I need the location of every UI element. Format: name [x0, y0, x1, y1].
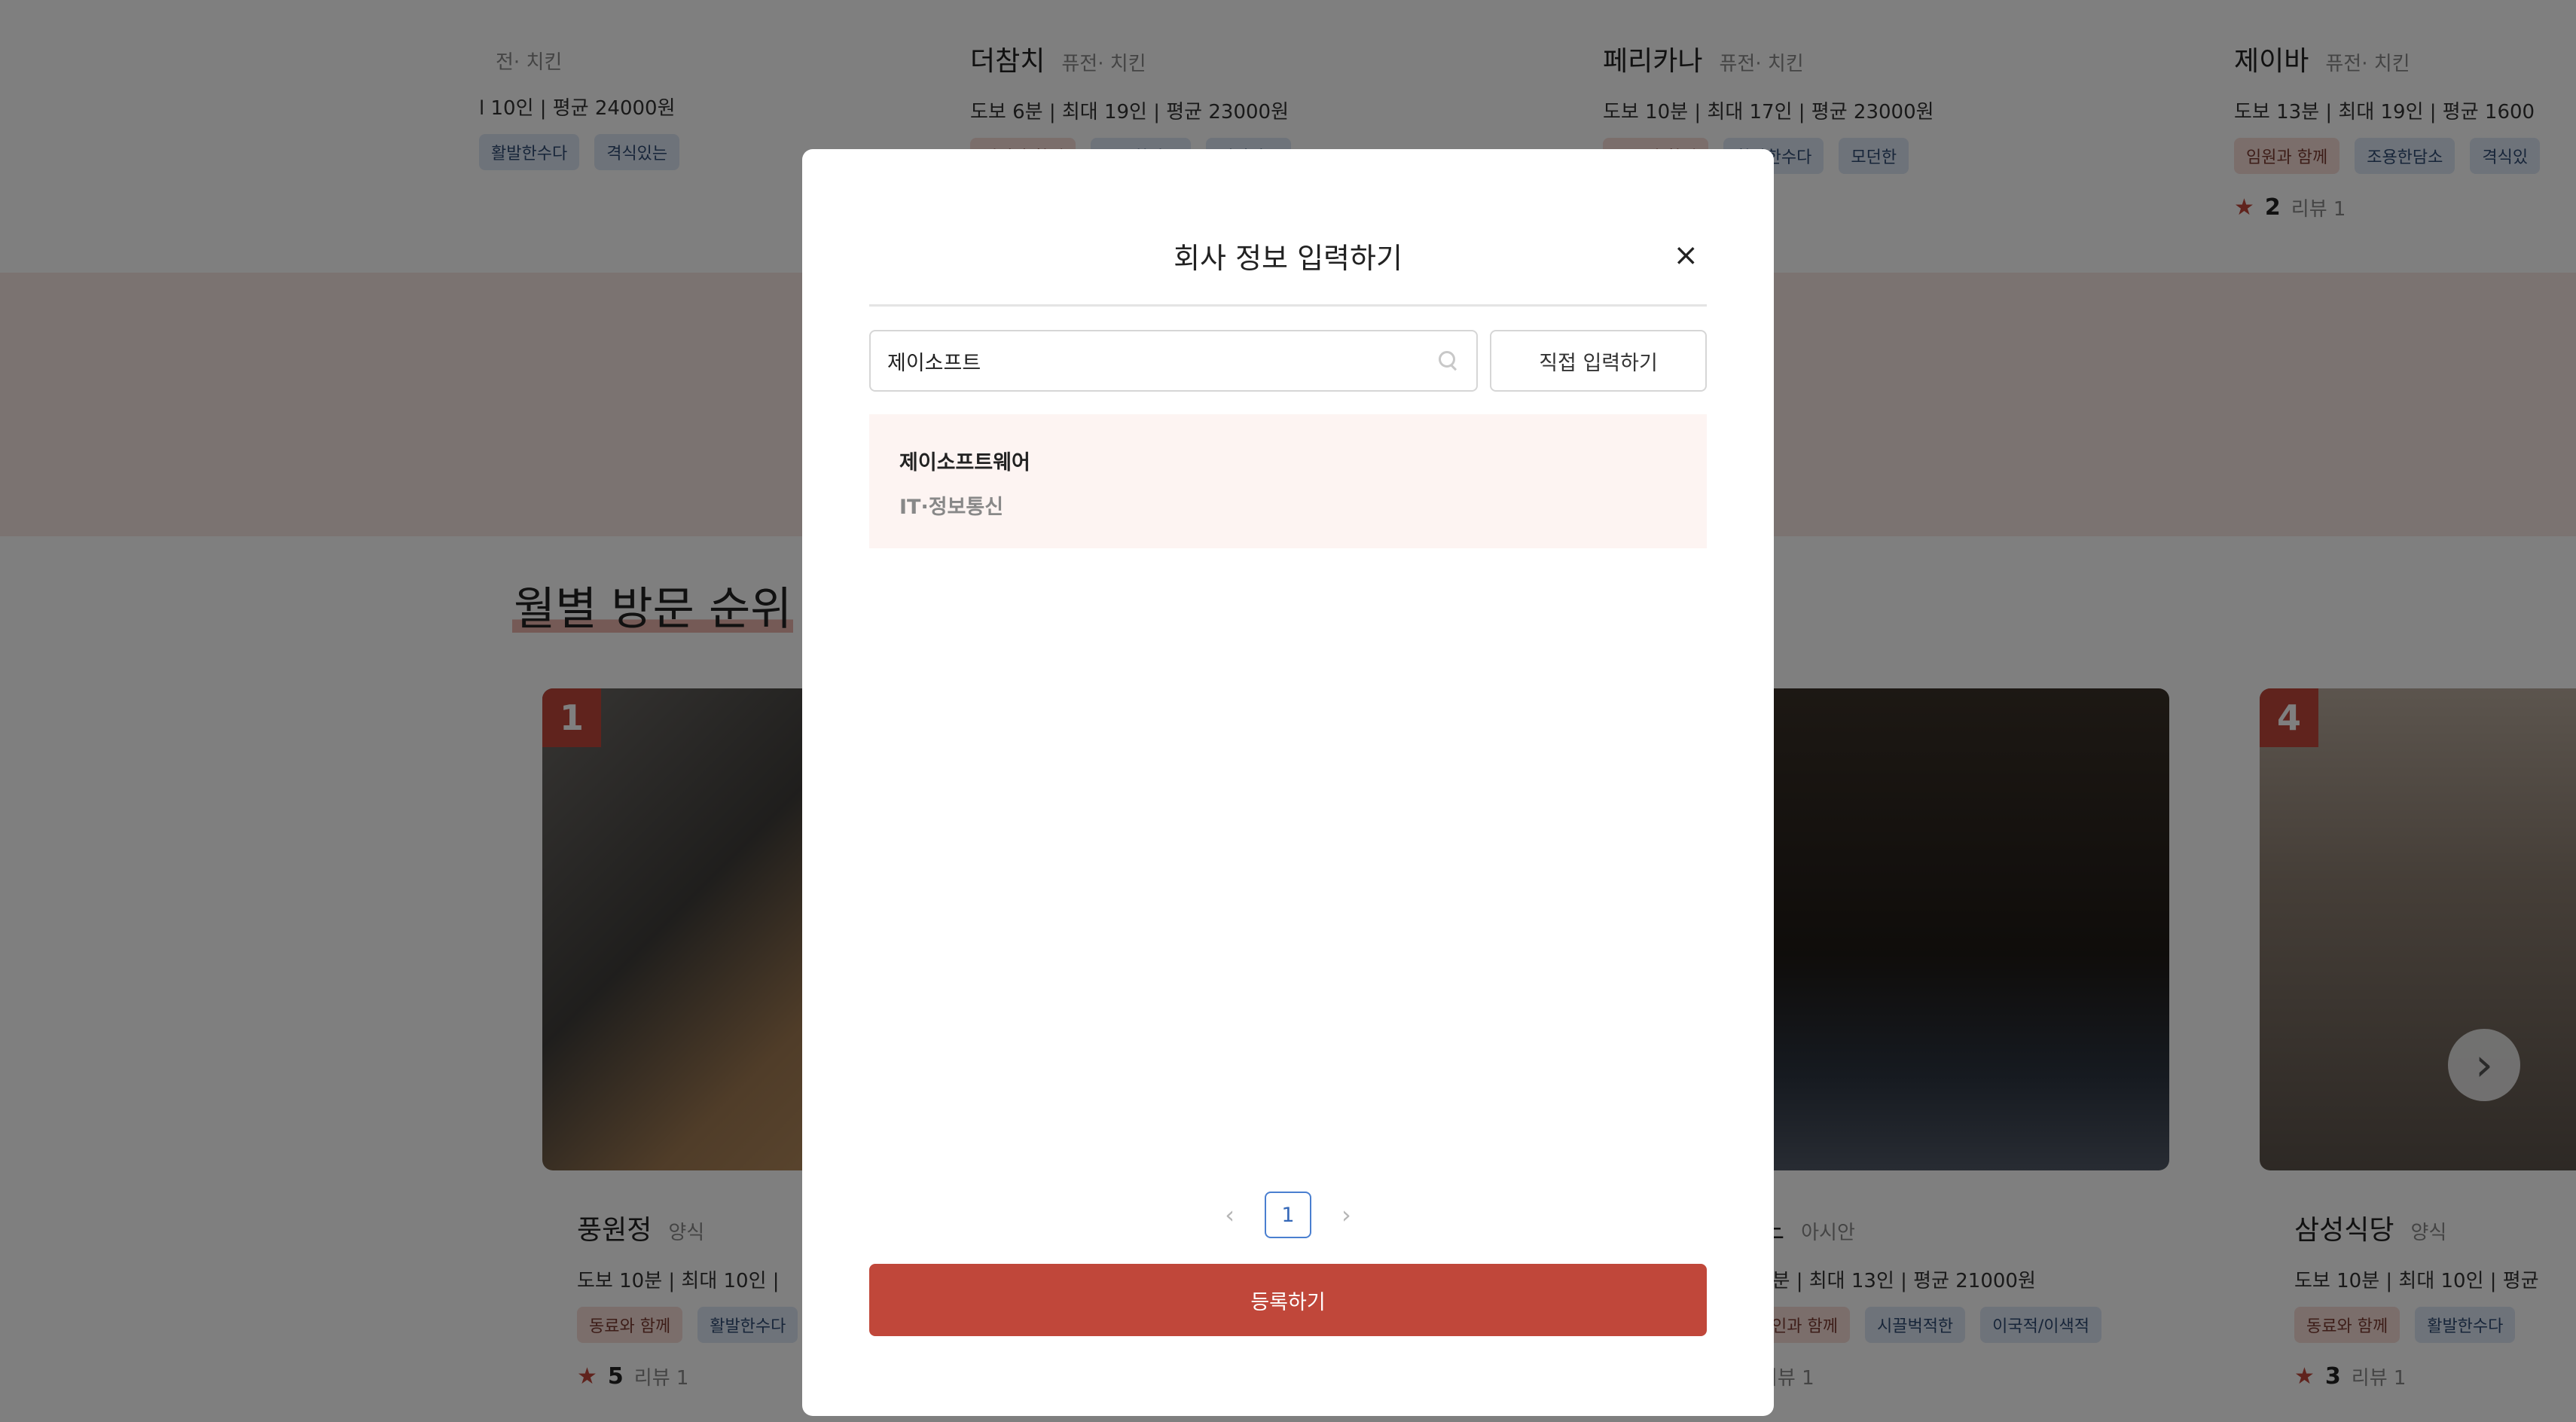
manual-input-button[interactable]: 직접 입력하기: [1490, 330, 1707, 392]
modal-title: 회사 정보 입력하기: [1174, 242, 1402, 275]
register-button[interactable]: 등록하기: [869, 1264, 1707, 1336]
result-industry: IT·정보통신: [899, 496, 1004, 519]
chevron-left-icon[interactable]: ‹: [1225, 1201, 1235, 1229]
close-icon[interactable]: ×: [1673, 238, 1699, 273]
result-company-name: 제이소프트웨어: [899, 451, 1030, 475]
divider: [869, 304, 1707, 307]
search-result-item[interactable]: 제이소프트웨어 IT·정보통신: [869, 414, 1707, 548]
page-number-button[interactable]: 1: [1265, 1192, 1311, 1238]
company-info-modal: 회사 정보 입력하기 × 직접 입력하기 제이소프트웨어 IT·정보통신 ‹ 1…: [802, 149, 1774, 1416]
company-search-input[interactable]: [887, 349, 1437, 373]
chevron-right-icon[interactable]: ›: [1341, 1201, 1351, 1229]
pagination: ‹ 1 ›: [802, 1192, 1774, 1238]
company-search-field[interactable]: [869, 330, 1478, 392]
search-icon[interactable]: [1437, 349, 1460, 372]
